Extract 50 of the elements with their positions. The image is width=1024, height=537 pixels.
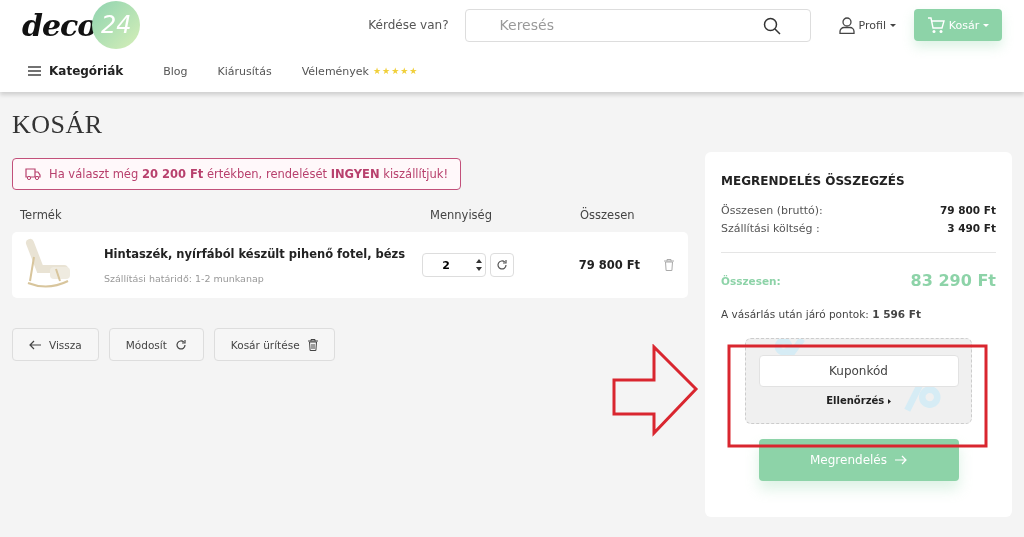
empty-cart-button[interactable]: Kosár ürítése xyxy=(213,328,335,361)
refresh-button[interactable] xyxy=(490,253,514,277)
total-value: 83 290 Ft xyxy=(910,271,996,290)
caret-icon xyxy=(983,23,990,27)
page-title: KOSÁR xyxy=(12,110,104,141)
nav-link[interactable]: Vélemények xyxy=(301,64,369,78)
star-icon: ★ xyxy=(409,66,418,76)
product-name[interactable]: Hintaszék, nyírfából készült pihenő fotel, bézs xyxy=(104,246,422,261)
refresh-icon xyxy=(174,338,187,351)
caret-icon xyxy=(887,399,891,404)
summary-label: Összesen (bruttó): xyxy=(721,204,823,217)
user-icon xyxy=(838,16,855,34)
star-icon: ★ xyxy=(373,66,382,76)
menu-icon xyxy=(28,66,41,76)
logo-number-badge: 24 xyxy=(92,1,141,49)
trash-icon xyxy=(307,338,318,351)
arrow-left-icon xyxy=(29,339,41,350)
star-icon: ★ xyxy=(400,66,409,76)
nav-link[interactable]: Blog xyxy=(163,64,188,78)
nav-link[interactable]: Kiárusítás xyxy=(217,64,272,78)
arrow-right-icon xyxy=(895,455,907,465)
total-label: Összesen: xyxy=(721,274,781,287)
column-header: Termék xyxy=(20,208,63,222)
summary-title: MEGRENDELÉS ÖSSZEGZÉS xyxy=(721,174,906,188)
stepper-icon[interactable] xyxy=(475,258,483,272)
item-total: 79 800 Ft xyxy=(578,258,640,272)
quantity-field[interactable]: 2 xyxy=(422,253,486,277)
summary-label: Szállítási költség : xyxy=(721,222,820,235)
delivery-time: Szállítási határidő: 1-2 munkanap xyxy=(104,272,265,284)
free-shipping-notice: Ha választ még 20 200 Ft értékben, rendelését INGYEN kiszállítjuk! xyxy=(49,167,448,181)
profile-menu[interactable]: Profil xyxy=(838,16,896,34)
search-field[interactable]: Keresés xyxy=(464,8,811,42)
summary-value: 79 800 Ft xyxy=(939,204,996,217)
star-icon: ★ xyxy=(382,66,391,76)
loyalty-points: A vásárlás után járó pontok: 1 596 Ft xyxy=(721,308,922,320)
search-icon[interactable] xyxy=(762,16,781,35)
truck-icon xyxy=(25,168,41,180)
star-icon: ★ xyxy=(391,66,400,76)
summary-value: 3 490 Ft xyxy=(947,222,996,235)
column-header: Mennyiség xyxy=(430,208,493,222)
refresh-icon xyxy=(496,259,508,271)
question-link[interactable]: Kérdése van? xyxy=(368,18,449,32)
caret-icon xyxy=(890,23,896,27)
cart-icon xyxy=(926,16,945,34)
check-link[interactable]: Ellenőrzés xyxy=(826,395,891,406)
back-button[interactable]: Vissza xyxy=(12,328,99,361)
update-button[interactable]: Módosít xyxy=(108,328,204,361)
categories-menu[interactable]: Kategóriák xyxy=(28,64,124,78)
coupon-field[interactable]: Kuponkód xyxy=(758,355,959,387)
column-header: Összesen xyxy=(580,208,636,222)
